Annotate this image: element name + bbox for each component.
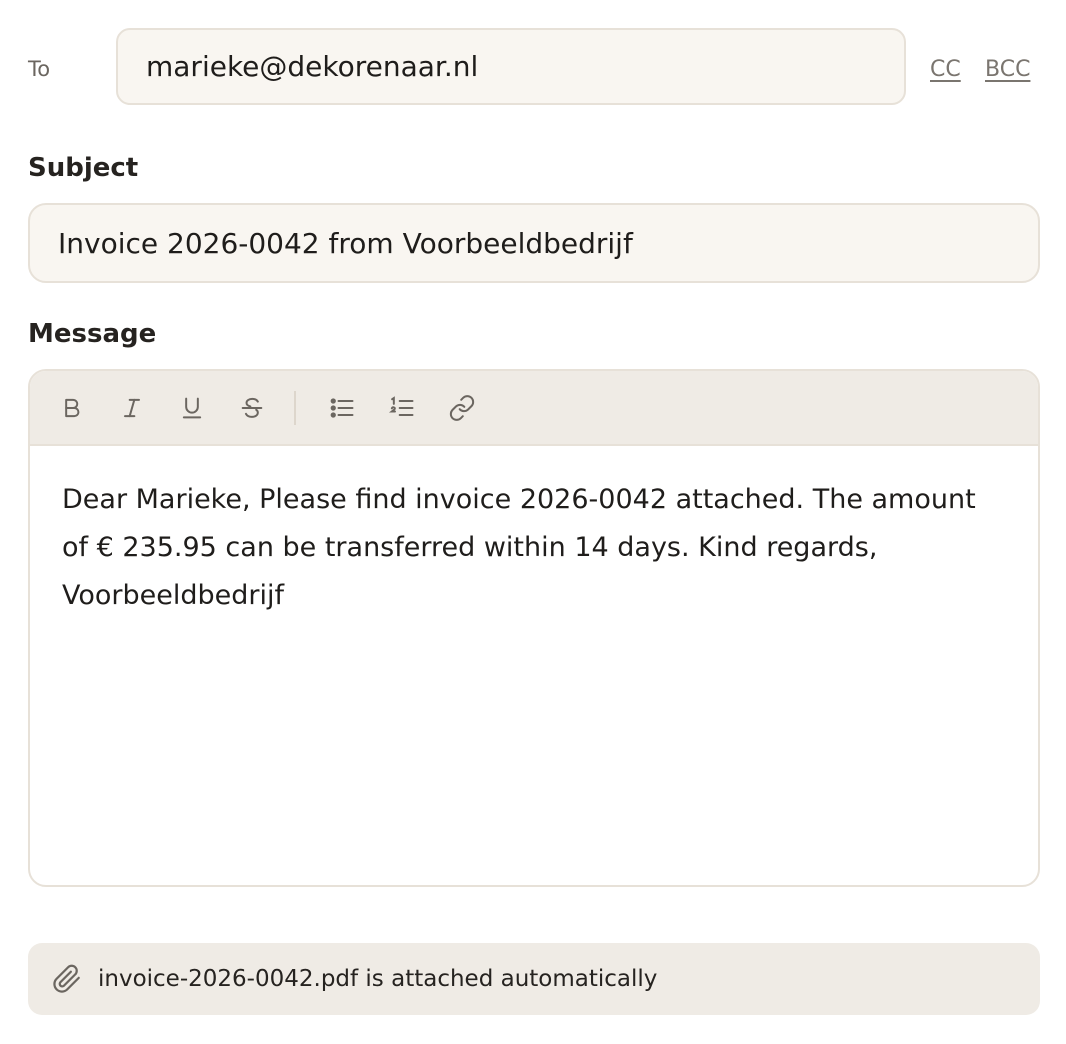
bold-button[interactable] bbox=[50, 386, 94, 430]
italic-button[interactable] bbox=[110, 386, 154, 430]
bullet-list-icon bbox=[330, 397, 354, 418]
link-icon bbox=[449, 394, 475, 421]
to-value: marieke@dekorenaar.nl bbox=[146, 50, 479, 83]
message-label: Message bbox=[28, 319, 157, 349]
attachment-text: invoice-2026-0042.pdf is attached automa… bbox=[98, 966, 658, 992]
subject-value: Invoice 2026-0042 from Voorbeeldbedrijf bbox=[58, 226, 633, 260]
numbered-list-icon bbox=[388, 395, 414, 416]
attachment-notice: invoice-2026-0042.pdf is attached automa… bbox=[28, 943, 1040, 1015]
subject-field[interactable]: Invoice 2026-0042 from Voorbeeldbedrijf bbox=[28, 203, 1040, 283]
numbered-list-button[interactable] bbox=[380, 386, 424, 430]
strikethrough-button[interactable] bbox=[230, 386, 274, 430]
link-button[interactable] bbox=[440, 386, 484, 430]
formatting-toolbar bbox=[30, 371, 1038, 446]
toolbar-separator bbox=[294, 390, 296, 425]
strikethrough-icon bbox=[241, 397, 263, 418]
to-field[interactable]: marieke@dekorenaar.nl bbox=[116, 28, 906, 105]
to-row: To marieke@dekorenaar.nl CC BCC bbox=[28, 28, 1038, 108]
to-label: To bbox=[28, 57, 51, 81]
italic-icon bbox=[124, 398, 140, 417]
subject-label: Subject bbox=[28, 153, 139, 183]
cc-link[interactable]: CC bbox=[930, 57, 961, 82]
paperclip-icon bbox=[53, 964, 80, 993]
underline-button[interactable] bbox=[170, 386, 214, 430]
bullet-list-button[interactable] bbox=[320, 386, 364, 430]
underline-icon bbox=[182, 397, 202, 418]
message-body[interactable]: Dear Marieke, Please find invoice 2026-0… bbox=[30, 446, 1038, 620]
message-editor: Dear Marieke, Please find invoice 2026-0… bbox=[28, 369, 1040, 887]
bold-icon bbox=[65, 398, 80, 417]
bcc-link[interactable]: BCC bbox=[985, 57, 1030, 82]
